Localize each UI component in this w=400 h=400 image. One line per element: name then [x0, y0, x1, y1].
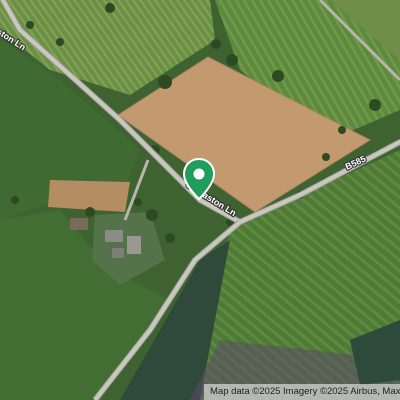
satellite-map[interactable]: ston Ln Osmaston Ln B585 Map data ©2025 … [0, 0, 400, 400]
location-pin-icon-graphic [182, 157, 216, 201]
map-attribution: Map data ©2025 Imagery ©2025 Airbus, Max [204, 384, 400, 400]
farm-building [70, 218, 88, 230]
farm-building [112, 248, 124, 258]
farm-building [127, 236, 141, 254]
location-pin-icon[interactable] [182, 157, 216, 201]
farm-building [105, 230, 123, 242]
